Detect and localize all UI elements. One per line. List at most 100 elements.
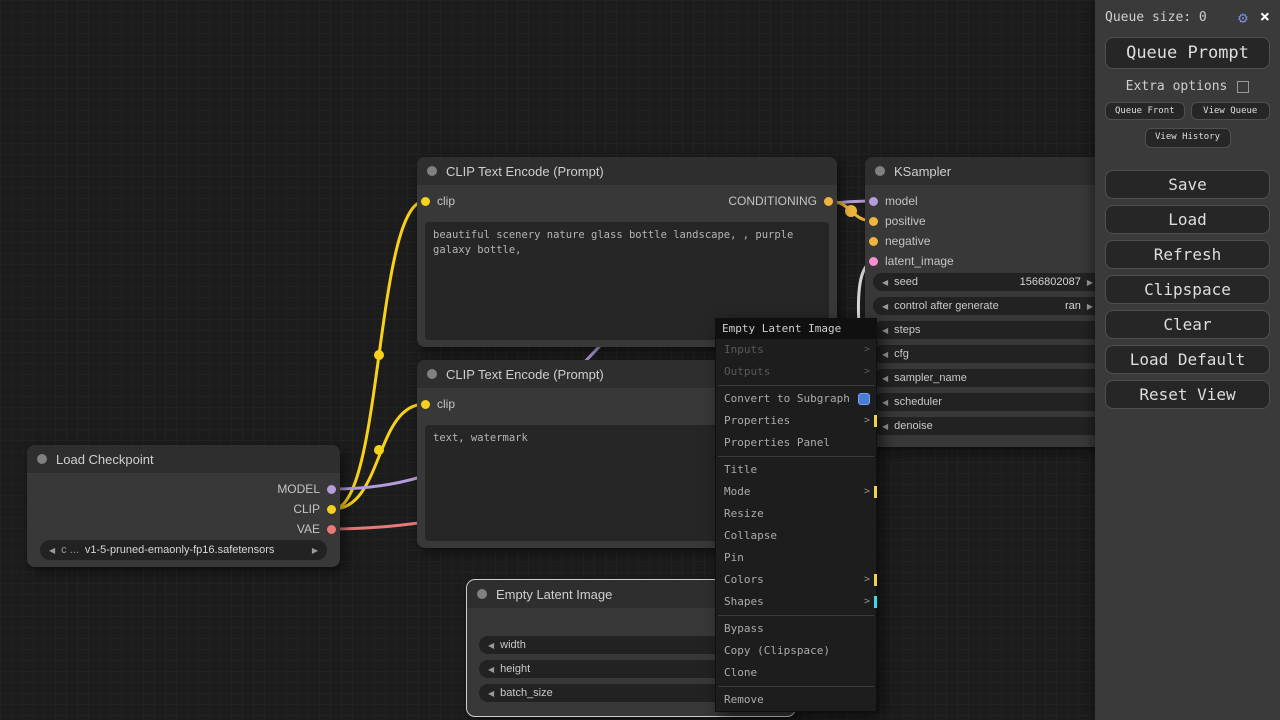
node-load-checkpoint[interactable]: Load Checkpoint MODEL CLIP VAE ◀ c ... v…: [27, 445, 340, 567]
submenu-arrow-icon: >: [863, 574, 870, 585]
view-queue-button[interactable]: View Queue: [1190, 102, 1270, 120]
menu-item-pin[interactable]: Pin: [716, 547, 876, 569]
arrow-left-icon[interactable]: ◀: [882, 278, 888, 287]
conditioning-port-dot-icon[interactable]: [869, 236, 878, 246]
queue-front-button[interactable]: Queue Front: [1105, 102, 1185, 120]
input-port-negative[interactable]: negative: [869, 234, 930, 248]
clipspace-button[interactable]: Clipspace: [1105, 274, 1270, 304]
node-header[interactable]: CLIP Text Encode (Prompt): [417, 157, 837, 185]
widget-label: denoise: [894, 420, 933, 432]
output-port-clip[interactable]: CLIP: [293, 502, 336, 516]
input-port-positive[interactable]: positive: [869, 214, 926, 228]
reset-view-button[interactable]: Reset View: [1105, 379, 1270, 409]
close-panel-icon[interactable]: ×: [1260, 9, 1270, 26]
input-port-clip[interactable]: clip: [421, 194, 455, 208]
arrow-left-icon[interactable]: ◀: [882, 422, 888, 431]
context-menu-title: Empty Latent Image: [716, 319, 876, 339]
menu-item-outputs[interactable]: Outputs >: [716, 361, 876, 383]
widget-steps[interactable]: ◀ steps: [873, 321, 1102, 339]
arrow-left-icon[interactable]: ◀: [882, 326, 888, 335]
link-midpoint-dot[interactable]: [374, 350, 384, 360]
node-ksampler[interactable]: KSampler model positive negative latent_…: [865, 157, 1110, 447]
vae-port-dot-icon[interactable]: [327, 524, 336, 534]
output-port-vae[interactable]: VAE: [297, 522, 336, 536]
menu-item-label: Inputs: [724, 343, 764, 356]
refresh-button[interactable]: Refresh: [1105, 239, 1270, 269]
collapse-dot-icon[interactable]: [477, 589, 487, 599]
menu-item-properties-panel[interactable]: Properties Panel: [716, 432, 876, 454]
submenu-arrow-icon: >: [863, 366, 870, 377]
port-label: model: [885, 194, 918, 208]
output-port-model[interactable]: MODEL: [277, 482, 336, 496]
arrow-left-icon[interactable]: ◀: [488, 689, 494, 698]
collapse-dot-icon[interactable]: [875, 166, 885, 176]
menu-item-bypass[interactable]: Bypass: [716, 618, 876, 640]
latent-port-dot-icon[interactable]: [869, 256, 878, 266]
collapse-dot-icon[interactable]: [427, 166, 437, 176]
menu-item-properties[interactable]: Properties >: [716, 410, 877, 432]
collapse-dot-icon[interactable]: [427, 369, 437, 379]
link-midpoint-dot[interactable]: [845, 205, 857, 217]
arrow-left-icon[interactable]: ◀: [49, 546, 55, 555]
arrow-left-icon[interactable]: ◀: [488, 665, 494, 674]
settings-gear-icon[interactable]: ⚙: [1238, 8, 1248, 27]
menu-item-label: Pin: [724, 551, 744, 564]
submenu-arrow-icon: >: [863, 415, 870, 426]
arrow-left-icon[interactable]: ◀: [488, 641, 494, 650]
arrow-right-icon[interactable]: ▶: [312, 546, 318, 555]
arrow-right-icon[interactable]: ▶: [1087, 302, 1093, 311]
widget-denoise[interactable]: ◀ denoise: [873, 417, 1102, 435]
widget-label: cfg: [894, 348, 909, 360]
output-port-conditioning[interactable]: CONDITIONING: [728, 194, 833, 208]
collapse-dot-icon[interactable]: [37, 454, 47, 464]
extra-options-checkbox[interactable]: [1237, 80, 1250, 93]
menu-item-clone[interactable]: Clone: [716, 662, 876, 684]
view-history-button[interactable]: View History: [1144, 128, 1231, 148]
widget-ckpt-name[interactable]: ◀ c ... v1-5-pruned-emaonly-fp16.safeten…: [40, 540, 327, 560]
arrow-left-icon[interactable]: ◀: [882, 374, 888, 383]
menu-item-copy-clipspace[interactable]: Copy (Clipspace): [716, 640, 876, 662]
widget-label: seed: [894, 276, 919, 288]
menu-item-shapes[interactable]: Shapes >: [716, 591, 877, 613]
widget-value: ran: [1064, 300, 1081, 312]
clip-port-dot-icon[interactable]: [421, 196, 430, 206]
input-port-model[interactable]: model: [869, 194, 918, 208]
menu-item-collapse[interactable]: Collapse: [716, 525, 876, 547]
node-header[interactable]: KSampler: [865, 157, 1110, 185]
queue-prompt-button[interactable]: Queue Prompt: [1105, 37, 1270, 69]
input-port-latent-image[interactable]: latent_image: [869, 254, 954, 268]
conditioning-port-dot-icon[interactable]: [824, 196, 833, 206]
widget-control-after-generate[interactable]: ◀ control after generate ran ▶: [873, 297, 1102, 315]
arrow-left-icon[interactable]: ◀: [882, 350, 888, 359]
load-button[interactable]: Load: [1105, 204, 1270, 234]
clip-port-dot-icon[interactable]: [421, 399, 430, 409]
widget-cfg[interactable]: ◀ cfg: [873, 345, 1102, 363]
widget-seed[interactable]: ◀ seed 1566802087 ▶: [873, 273, 1102, 291]
model-port-dot-icon[interactable]: [327, 484, 336, 494]
input-port-clip[interactable]: clip: [421, 397, 455, 411]
node-title: KSampler: [894, 163, 952, 179]
menu-item-title[interactable]: Title: [716, 459, 876, 481]
save-button[interactable]: Save: [1105, 169, 1270, 199]
menu-item-convert-to-subgraph[interactable]: Convert to Subgraph: [716, 388, 876, 410]
clear-button[interactable]: Clear: [1105, 309, 1270, 339]
arrow-right-icon[interactable]: ▶: [1087, 278, 1093, 287]
widget-sampler-name[interactable]: ◀ sampler_name: [873, 369, 1102, 387]
conditioning-port-dot-icon[interactable]: [869, 216, 878, 226]
widget-scheduler[interactable]: ◀ scheduler: [873, 393, 1102, 411]
menu-item-mode[interactable]: Mode >: [716, 481, 877, 503]
model-port-dot-icon[interactable]: [869, 196, 878, 206]
menu-item-label: Convert to Subgraph: [724, 392, 850, 405]
menu-item-inputs[interactable]: Inputs >: [716, 339, 876, 361]
node-header[interactable]: Load Checkpoint: [27, 445, 340, 473]
menu-item-resize[interactable]: Resize: [716, 503, 876, 525]
arrow-left-icon[interactable]: ◀: [882, 302, 888, 311]
load-default-button[interactable]: Load Default: [1105, 344, 1270, 374]
arrow-left-icon[interactable]: ◀: [882, 398, 888, 407]
clip-port-dot-icon[interactable]: [327, 504, 336, 514]
menu-item-colors[interactable]: Colors >: [716, 569, 877, 591]
submenu-accent-bar: [874, 415, 877, 427]
menu-item-remove[interactable]: Remove: [716, 689, 876, 711]
graph-canvas[interactable]: CLIP Text Encode (Prompt) clip CONDITION…: [0, 0, 1280, 720]
link-midpoint-dot[interactable]: [374, 445, 384, 455]
